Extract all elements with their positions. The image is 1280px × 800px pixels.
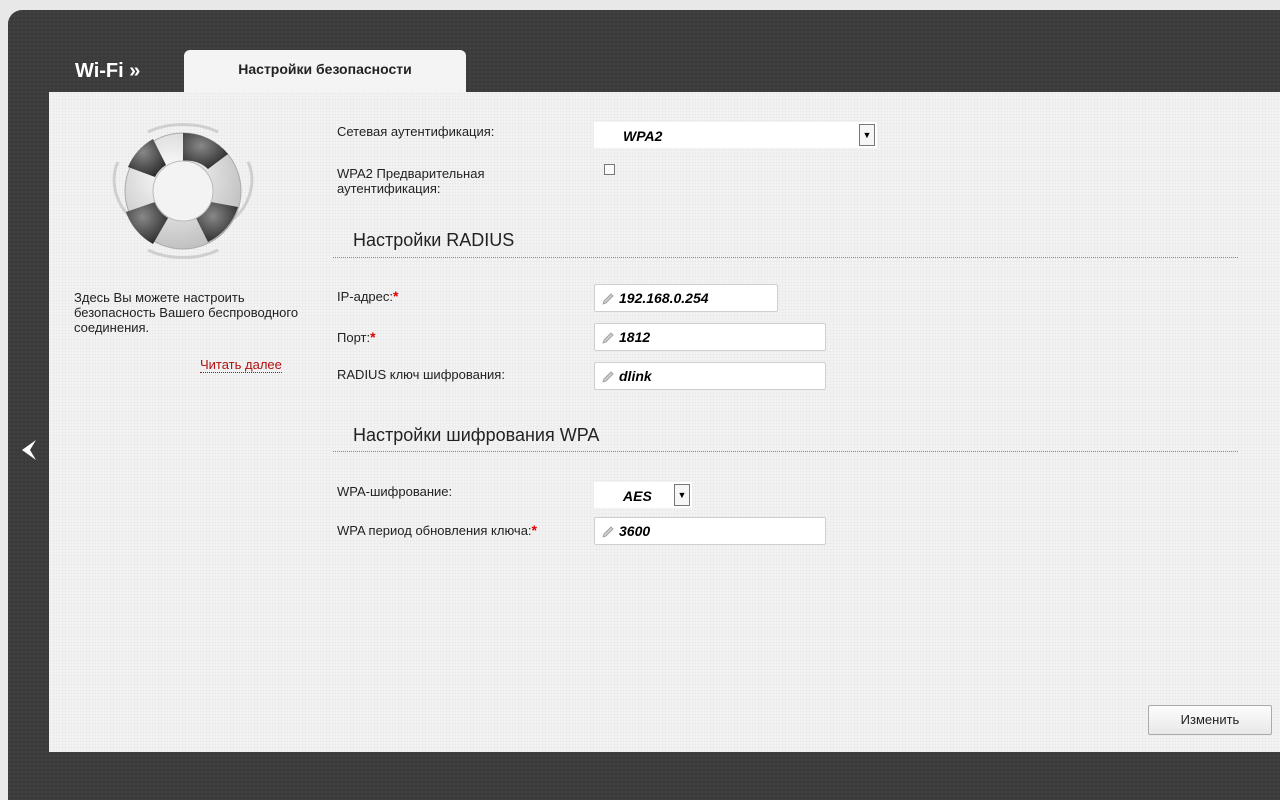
back-arrow-icon[interactable] (18, 436, 40, 464)
preauth-checkbox[interactable] (604, 164, 615, 175)
pencil-icon (602, 526, 614, 538)
required-marker: * (531, 522, 537, 538)
section-title[interactable]: Wi-Fi » (75, 60, 140, 83)
required-marker: * (393, 288, 399, 304)
pencil-icon (602, 293, 614, 305)
port-label-text: Порт: (337, 330, 371, 345)
port-label: Порт:* (337, 329, 376, 346)
dropdown-arrow-icon[interactable]: ▼ (859, 124, 875, 146)
pencil-icon (602, 371, 614, 383)
lifebuoy-icon (112, 123, 254, 259)
wpa-divider (333, 451, 1238, 452)
apply-button[interactable]: Изменить (1148, 705, 1272, 735)
ip-label: IP-адрес:* (337, 288, 399, 305)
required-marker: * (370, 329, 376, 345)
ip-input[interactable]: 192.168.0.254 (594, 284, 778, 312)
pencil-icon (602, 332, 614, 344)
wpa-period-label-text: WPA период обновления ключа: (337, 523, 532, 538)
dropdown-arrow-icon[interactable]: ▼ (674, 484, 690, 506)
radius-divider (333, 257, 1238, 258)
wpa-enc-label: WPA-шифрование: (337, 484, 453, 499)
wpa-period-label: WPA период обновления ключа:* (337, 522, 537, 539)
radius-key-label: RADIUS ключ шифрования: (337, 367, 505, 382)
help-text: Здесь Вы можете настроить безопасность В… (74, 290, 299, 335)
auth-label: Сетевая аутентификация: (337, 124, 495, 139)
wpa-enc-select-value: AES (623, 488, 652, 504)
tab-security-settings[interactable]: Настройки безопасности (184, 50, 466, 94)
auth-select[interactable]: WPA2 ▼ (594, 122, 877, 148)
ip-label-text: IP-адрес: (337, 289, 393, 304)
preauth-label: WPA2 Предварительная аутентификация: (337, 166, 485, 196)
ip-value: 192.168.0.254 (619, 290, 709, 306)
wpa-period-input[interactable]: 3600 (594, 517, 826, 545)
wpa-period-value: 3600 (619, 523, 651, 539)
wpa-enc-select[interactable]: AES ▼ (594, 482, 692, 508)
radius-key-value: dlink (619, 368, 652, 384)
port-input[interactable]: 1812 (594, 323, 826, 351)
radius-section-title: Настройки RADIUS (353, 230, 515, 250)
radius-key-input[interactable]: dlink (594, 362, 826, 390)
read-more-link[interactable]: Читать далее (200, 357, 282, 373)
auth-select-value: WPA2 (623, 128, 663, 144)
port-value: 1812 (619, 329, 651, 345)
wpa-section-title: Настройки шифрования WPA (353, 425, 600, 445)
